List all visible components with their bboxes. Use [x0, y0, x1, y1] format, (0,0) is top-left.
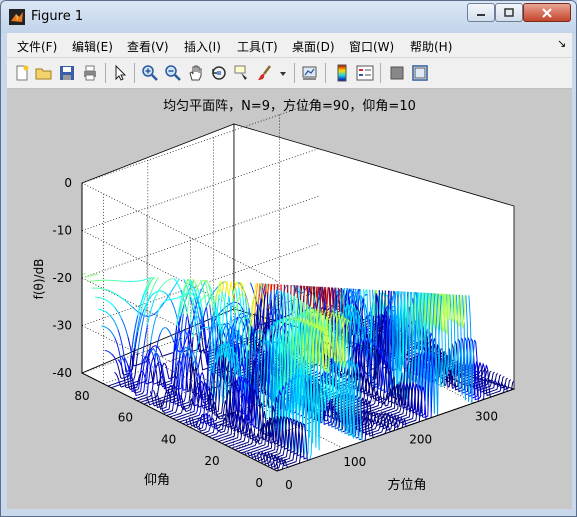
- colorbar-icon[interactable]: [333, 64, 351, 82]
- toolbar-separator: [380, 63, 381, 83]
- y-tick-label: 60: [118, 411, 133, 425]
- z-tick-label: 0: [64, 176, 72, 190]
- y-tick-label: 20: [204, 454, 219, 468]
- figure-canvas[interactable]: 均匀平面阵，N=9，方位角=90，仰角=10 0 -10 -20 -30 -40 0 20 4…: [7, 89, 572, 509]
- hide-plot-tools-icon[interactable]: [388, 64, 406, 82]
- show-plot-tools-icon[interactable]: [411, 64, 429, 82]
- toolbar-separator: [294, 63, 295, 83]
- menu-tools[interactable]: 工具(T): [237, 38, 278, 55]
- maximize-icon: [504, 7, 514, 17]
- brush-dropdown-icon[interactable]: [278, 64, 288, 82]
- x-tick-label: 100: [343, 455, 366, 469]
- x-tick-label: 200: [409, 432, 432, 446]
- rotate-3d-icon[interactable]: [210, 64, 228, 82]
- close-icon: [542, 7, 552, 18]
- z-tick-label: -20: [52, 271, 72, 285]
- z-axis-label: f(θ)/dB: [32, 259, 46, 300]
- close-button[interactable]: [523, 3, 571, 22]
- pan-hand-icon[interactable]: [187, 64, 205, 82]
- zoom-out-icon[interactable]: [164, 64, 182, 82]
- toolbar-separator: [134, 63, 135, 83]
- open-file-icon[interactable]: [35, 64, 53, 82]
- legend-icon[interactable]: [356, 64, 374, 82]
- z-tick-label: -10: [52, 224, 72, 238]
- menu-insert[interactable]: 插入(I): [184, 38, 221, 55]
- y-axis-label: 仰角: [144, 473, 170, 488]
- window-title: Figure 1: [31, 9, 84, 24]
- x-tick-label: 0: [285, 478, 293, 492]
- menu-overflow-icon[interactable]: ↘: [557, 37, 566, 50]
- menu-help[interactable]: 帮助(H): [410, 38, 452, 55]
- z-tick-label: -30: [52, 319, 72, 333]
- surface-mesh-line: [202, 326, 210, 329]
- save-icon[interactable]: [58, 64, 76, 82]
- minimize-icon: [477, 13, 485, 16]
- new-figure-icon[interactable]: [13, 64, 31, 82]
- y-tick-label: 80: [74, 389, 89, 403]
- surface-mesh-line: [95, 279, 102, 282]
- menu-file[interactable]: 文件(F): [17, 38, 57, 55]
- matlab-logo-icon: [9, 9, 25, 25]
- surface-mesh-line: [114, 280, 122, 282]
- menu-window[interactable]: 窗口(W): [349, 38, 394, 55]
- menu-view[interactable]: 查看(V): [127, 38, 169, 55]
- surface-plot-axes[interactable]: 0 -10 -20 -30 -40 0 20 40 60 80 0 100 200 300 f(θ)/dB…: [7, 89, 572, 509]
- print-icon[interactable]: [81, 64, 99, 82]
- maximize-button[interactable]: [495, 3, 523, 22]
- toolbar-separator: [105, 63, 106, 83]
- menu-edit[interactable]: 编辑(E): [72, 38, 113, 55]
- y-tick-label: 0: [255, 476, 263, 490]
- x-tick-label: 300: [475, 410, 498, 424]
- z-tick-label: -40: [52, 366, 72, 380]
- figure-window: Figure 1 文件(F) 编辑(E) 查看(V) 插入(I) 工具(T) 桌…: [0, 0, 577, 517]
- title-bar[interactable]: Figure 1: [1, 1, 576, 33]
- menu-desktop[interactable]: 桌面(D): [292, 38, 335, 55]
- select-arrow-icon[interactable]: [111, 64, 129, 82]
- brush-icon[interactable]: [256, 64, 274, 82]
- x-axis-label: 方位角: [387, 477, 426, 493]
- toolbar-separator: [325, 63, 326, 83]
- toolbar: [7, 58, 572, 89]
- data-cursor-icon[interactable]: [233, 64, 251, 82]
- y-tick-label: 40: [161, 432, 176, 446]
- menu-bar: 文件(F) 编辑(E) 查看(V) 插入(I) 工具(T) 桌面(D) 窗口(W…: [7, 33, 572, 58]
- minimize-button[interactable]: [467, 3, 495, 22]
- zoom-in-icon[interactable]: [141, 64, 159, 82]
- link-plot-icon[interactable]: [301, 64, 319, 82]
